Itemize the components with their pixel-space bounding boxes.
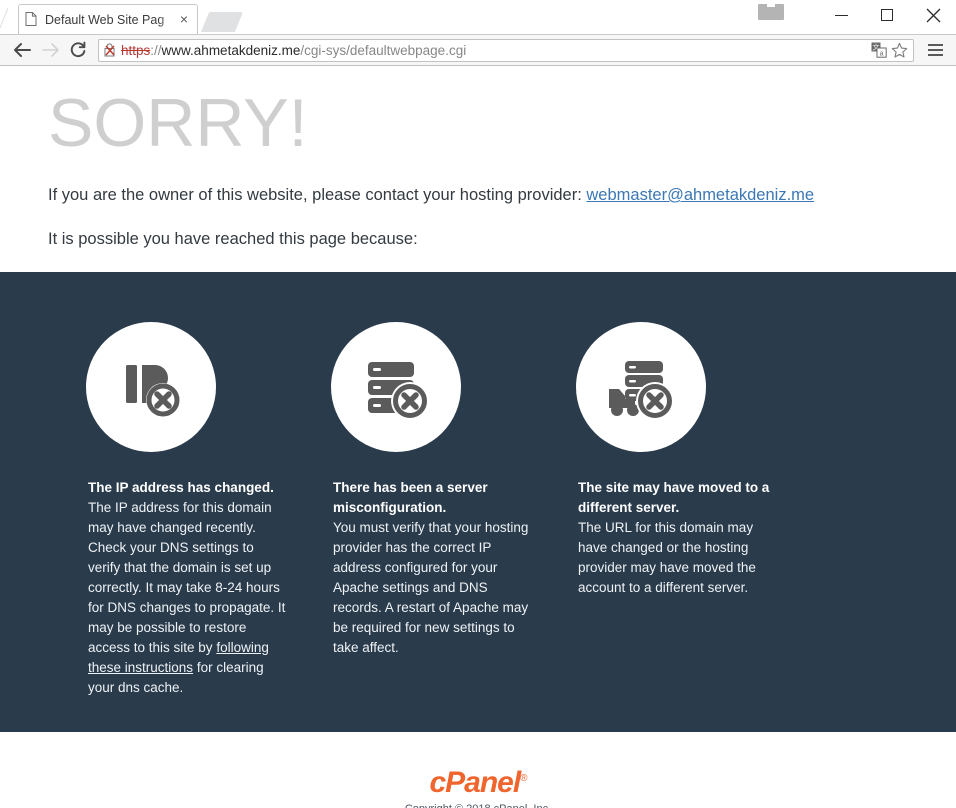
reason-card: The site may have moved to a different s… <box>538 322 783 698</box>
page-content: SORRY! If you are the owner of this webs… <box>0 66 956 808</box>
hamburger-menu-icon[interactable] <box>922 36 948 64</box>
tab-strip: Default Web Site Pag × <box>0 0 956 35</box>
copyright-text: Copyright © 2018 cPanel, Inc. <box>405 803 551 808</box>
reason-text-before: You must verify that your hosting provid… <box>333 520 529 655</box>
reload-button[interactable] <box>64 36 92 64</box>
webmaster-email-link[interactable]: webmaster@ahmetakdeniz.me <box>586 186 814 204</box>
reason-card: The IP address has changed. The IP addre… <box>48 322 293 698</box>
server-error-icon <box>331 322 461 452</box>
reason-text-before: The URL for this domain may have changed… <box>578 520 756 595</box>
tab-title: Default Web Site Pag <box>45 12 165 27</box>
broken-lock-icon[interactable] <box>103 42 119 58</box>
url-path: /cgi-sys/defaultwebpage.cgi <box>300 42 467 58</box>
url-separator: :// <box>150 42 162 58</box>
page-header-section: SORRY! If you are the owner of this webs… <box>0 66 956 250</box>
server-moved-icon <box>576 322 706 452</box>
minimize-button[interactable] <box>818 0 864 30</box>
address-bar[interactable]: https://www.ahmetakdeniz.me/cgi-sys/defa… <box>98 38 914 62</box>
ip-error-icon <box>86 322 216 452</box>
reasons-intro: It is possible you have reached this pag… <box>48 230 418 248</box>
maximize-button[interactable] <box>864 0 910 30</box>
owner-notice: If you are the owner of this website, pl… <box>48 184 908 206</box>
forward-button[interactable] <box>36 36 64 64</box>
star-icon[interactable] <box>889 40 909 60</box>
reason-card-title: The IP address has changed. <box>88 480 274 495</box>
omnibox-icons: 文 a <box>863 40 909 60</box>
url-host: www.ahmetakdeniz.me <box>161 42 301 58</box>
reason-card-title: There has been a server misconfiguration… <box>333 480 488 515</box>
reason-card-text: You must verify that your hosting provid… <box>333 518 533 658</box>
window-controls <box>758 0 956 30</box>
reasons-panel: The IP address has changed. The IP addre… <box>0 272 956 732</box>
cpanel-logo: cPanel® <box>429 764 527 799</box>
url-text: https://www.ahmetakdeniz.me/cgi-sys/defa… <box>121 40 466 61</box>
url-scheme: https <box>121 42 151 58</box>
partial-overlay-icon <box>758 1 784 20</box>
page-footer: cPanel® Copyright © 2018 cPanel, Inc. <box>0 732 956 808</box>
owner-notice-text: If you are the owner of this website, pl… <box>48 186 587 204</box>
page-title: SORRY! <box>48 85 308 161</box>
reason-text-before: The IP address for this domain may have … <box>88 500 286 655</box>
close-button[interactable] <box>910 0 956 30</box>
reason-card-body: There has been a server misconfiguration… <box>293 478 533 658</box>
reason-card-text: The URL for this domain may have changed… <box>578 518 778 598</box>
cpanel-registered-mark: ® <box>520 773 527 784</box>
browser-toolbar: https://www.ahmetakdeniz.me/cgi-sys/defa… <box>0 34 956 66</box>
translate-icon[interactable]: 文 a <box>869 40 889 60</box>
back-button[interactable] <box>8 36 36 64</box>
reason-card-title: The site may have moved to a different s… <box>578 480 770 515</box>
document-icon <box>25 11 39 28</box>
cpanel-logo-text: cPanel <box>429 766 521 799</box>
new-tab-button[interactable] <box>200 12 244 32</box>
tab-close-icon[interactable]: × <box>177 12 191 27</box>
reason-card: There has been a server misconfiguration… <box>293 322 538 698</box>
reason-card-body: The site may have moved to a different s… <box>538 478 778 598</box>
reason-cards: The IP address has changed. The IP addre… <box>0 322 956 698</box>
svg-text:a: a <box>880 51 884 58</box>
browser-tab[interactable]: Default Web Site Pag × <box>18 4 198 34</box>
browser-window: Default Web Site Pag × https://www.ahmet… <box>0 0 956 808</box>
reason-card-text: The IP address for this domain may have … <box>88 498 288 698</box>
reason-card-body: The IP address has changed. The IP addre… <box>48 478 288 698</box>
